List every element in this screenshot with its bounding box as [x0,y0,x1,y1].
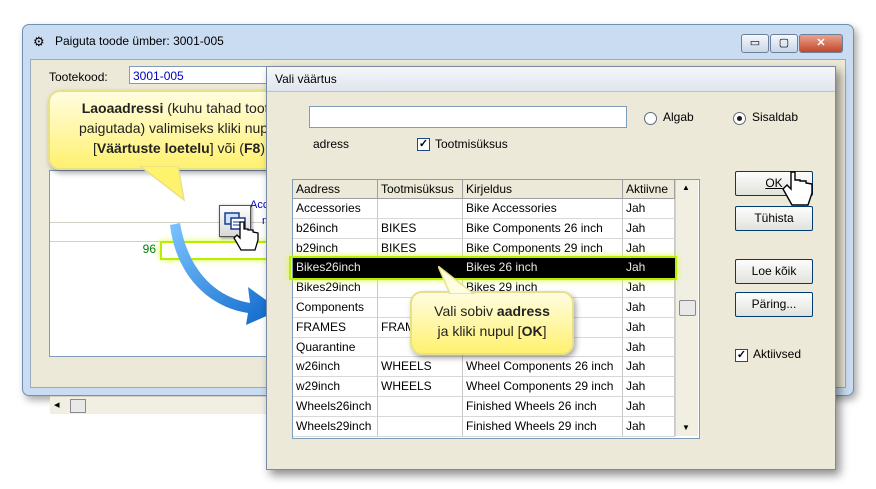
maximize-icon: ▢ [778,37,790,49]
scroll-up-icon[interactable]: ▲ [682,183,690,192]
hand-cursor-icon [782,171,813,206]
table-row[interactable]: Wheels26inch Finished Wheels 26 inch Jah [293,397,675,417]
cell-aktiivne: Jah [623,416,675,437]
cell-tootmisuksus: WHEELS [378,357,463,378]
radio-sisaldab-label: Sisaldab [752,110,799,124]
callout-left-text: ) [260,140,265,156]
dialog-title: Vali väärtus [275,72,337,86]
cell-aadress: FRAMES [293,317,378,338]
check-aktiivsed[interactable]: ✓ [735,349,748,362]
callout-left-bold: Laoaadressi [81,100,164,116]
check-tootmisuksus-label: Tootmisüksus [435,137,508,151]
app-icon: ⚙ [33,34,45,49]
cell-tootmisuksus: WHEELS [378,377,463,397]
cell-tootmisuksus [378,416,463,437]
minimize-icon: ▭ [749,37,761,49]
callout-left-tail [138,166,186,202]
cell-aadress: b26inch [293,218,378,239]
grid-value: 96 [142,242,156,256]
check-aktiivsed-label: Aktiivsed [753,347,802,361]
callout-right-bold: aadress [496,303,550,319]
cell-aktiivne: Jah [623,337,675,358]
cell-aadress: Bikes29inch [293,278,378,298]
callout-right-text: Vali sobiv [434,303,497,319]
callout-right-bold: OK [521,323,543,339]
tootekood-label: Tootekood: [49,70,108,84]
radio-sisaldab[interactable] [733,112,746,125]
cell-aadress: Components [293,298,378,318]
back-window-title: ⚙ Paiguta toode ümber: 3001-005 [33,34,433,50]
maximize-button[interactable]: ▢ [770,34,798,53]
back-window-title-text: Paiguta toode ümber: 3001-005 [55,34,224,48]
close-icon: ✕ [816,37,826,49]
query-button-label: Päring... [751,297,797,311]
table-row[interactable]: w29inch WHEELS Wheel Components 29 inch Jah [293,377,675,397]
load-all-button[interactable]: Loe kõik [735,259,813,284]
cell-aktiivne: Jah [623,357,675,378]
cell-aadress: w29inch [293,377,378,397]
vertical-scrollbar[interactable]: ▲ ▼ [675,180,698,436]
radio-algab[interactable] [644,112,657,125]
cell-kirjeldus: Finished Wheels 29 inch [463,416,623,437]
check-aadress-label: adress [313,137,350,151]
query-button[interactable]: Päring... [735,292,813,317]
cell-aktiivne: Jah [623,218,675,239]
scroll-down-icon[interactable]: ▼ [682,423,690,432]
cell-tootmisuksus [378,397,463,417]
table-row[interactable]: Wheels29inch Finished Wheels 29 inch Jah [293,416,675,437]
radio-algab-label: Algab [663,110,694,124]
scroll-left-icon[interactable]: ◂ [54,398,60,411]
cell-aktiivne: Jah [623,298,675,318]
dialog-titlebar: Vali väärtus [267,67,835,92]
check-tootmisuksus[interactable]: ✓ [417,138,430,151]
table-row[interactable]: b26inch BIKES Bike Components 26 inch Jah [293,218,675,239]
cell-aktiivne: Jah [623,397,675,417]
cell-aadress: Wheels29inch [293,416,378,437]
callout-left-text: ] või ( [209,140,244,156]
scroll-thumb[interactable] [679,300,696,316]
callout-right: Vali sobiv aadress ja kliki nupul [OK] [410,291,574,355]
cell-aktiivne: Jah [623,278,675,298]
load-all-button-label: Loe kõik [751,264,797,278]
cell-aadress: Quarantine [293,337,378,358]
cell-aktiivne: Jah [623,377,675,397]
cancel-button-label: Tühista [754,211,794,225]
column-header-kirjeldus[interactable]: Kirjeldus [463,180,623,199]
close-button[interactable]: ✕ [799,34,843,53]
column-header-aadress[interactable]: Aadress [293,180,378,199]
scroll-thumb[interactable] [70,399,86,413]
callout-right-text: ] [542,323,547,339]
cell-kirjeldus: Bike Components 26 inch [463,218,623,239]
minimize-button[interactable]: ▭ [741,34,769,53]
horizontal-scrollbar[interactable]: ◂ [50,396,295,414]
callout-right-tail [438,266,476,294]
column-header-aktiivne[interactable]: Aktiivne [623,180,675,199]
column-header-tootmisuksus[interactable]: Tootmisüksus [378,180,463,199]
search-input[interactable] [309,106,627,128]
cell-aadress: Wheels26inch [293,397,378,417]
table-row[interactable]: Accessories Bike Accessories Jah [293,199,675,219]
cell-tootmisuksus [378,199,463,219]
table-row[interactable]: w26inch WHEELS Wheel Components 26 inch Jah [293,357,675,378]
callout-right-text: ja kliki nupul [ [437,323,522,339]
cell-kirjeldus: Finished Wheels 26 inch [463,397,623,417]
cell-kirjeldus: Wheel Components 26 inch [463,357,623,378]
cell-aadress: Accessories [293,199,378,219]
cell-aktiivne: Jah [623,317,675,338]
cell-tootmisuksus: BIKES [378,218,463,239]
cell-kirjeldus: Wheel Components 29 inch [463,377,623,397]
selected-row-highlight [289,256,677,280]
tootekood-field[interactable]: 3001-005 [129,66,269,84]
callout-left-bold: F8 [243,140,261,156]
callout-left-bold: Väärtuste loetelu [96,140,210,156]
cell-aadress: w26inch [293,357,378,378]
cell-kirjeldus: Bike Accessories [463,199,623,219]
cell-aktiivne: Jah [623,199,675,219]
